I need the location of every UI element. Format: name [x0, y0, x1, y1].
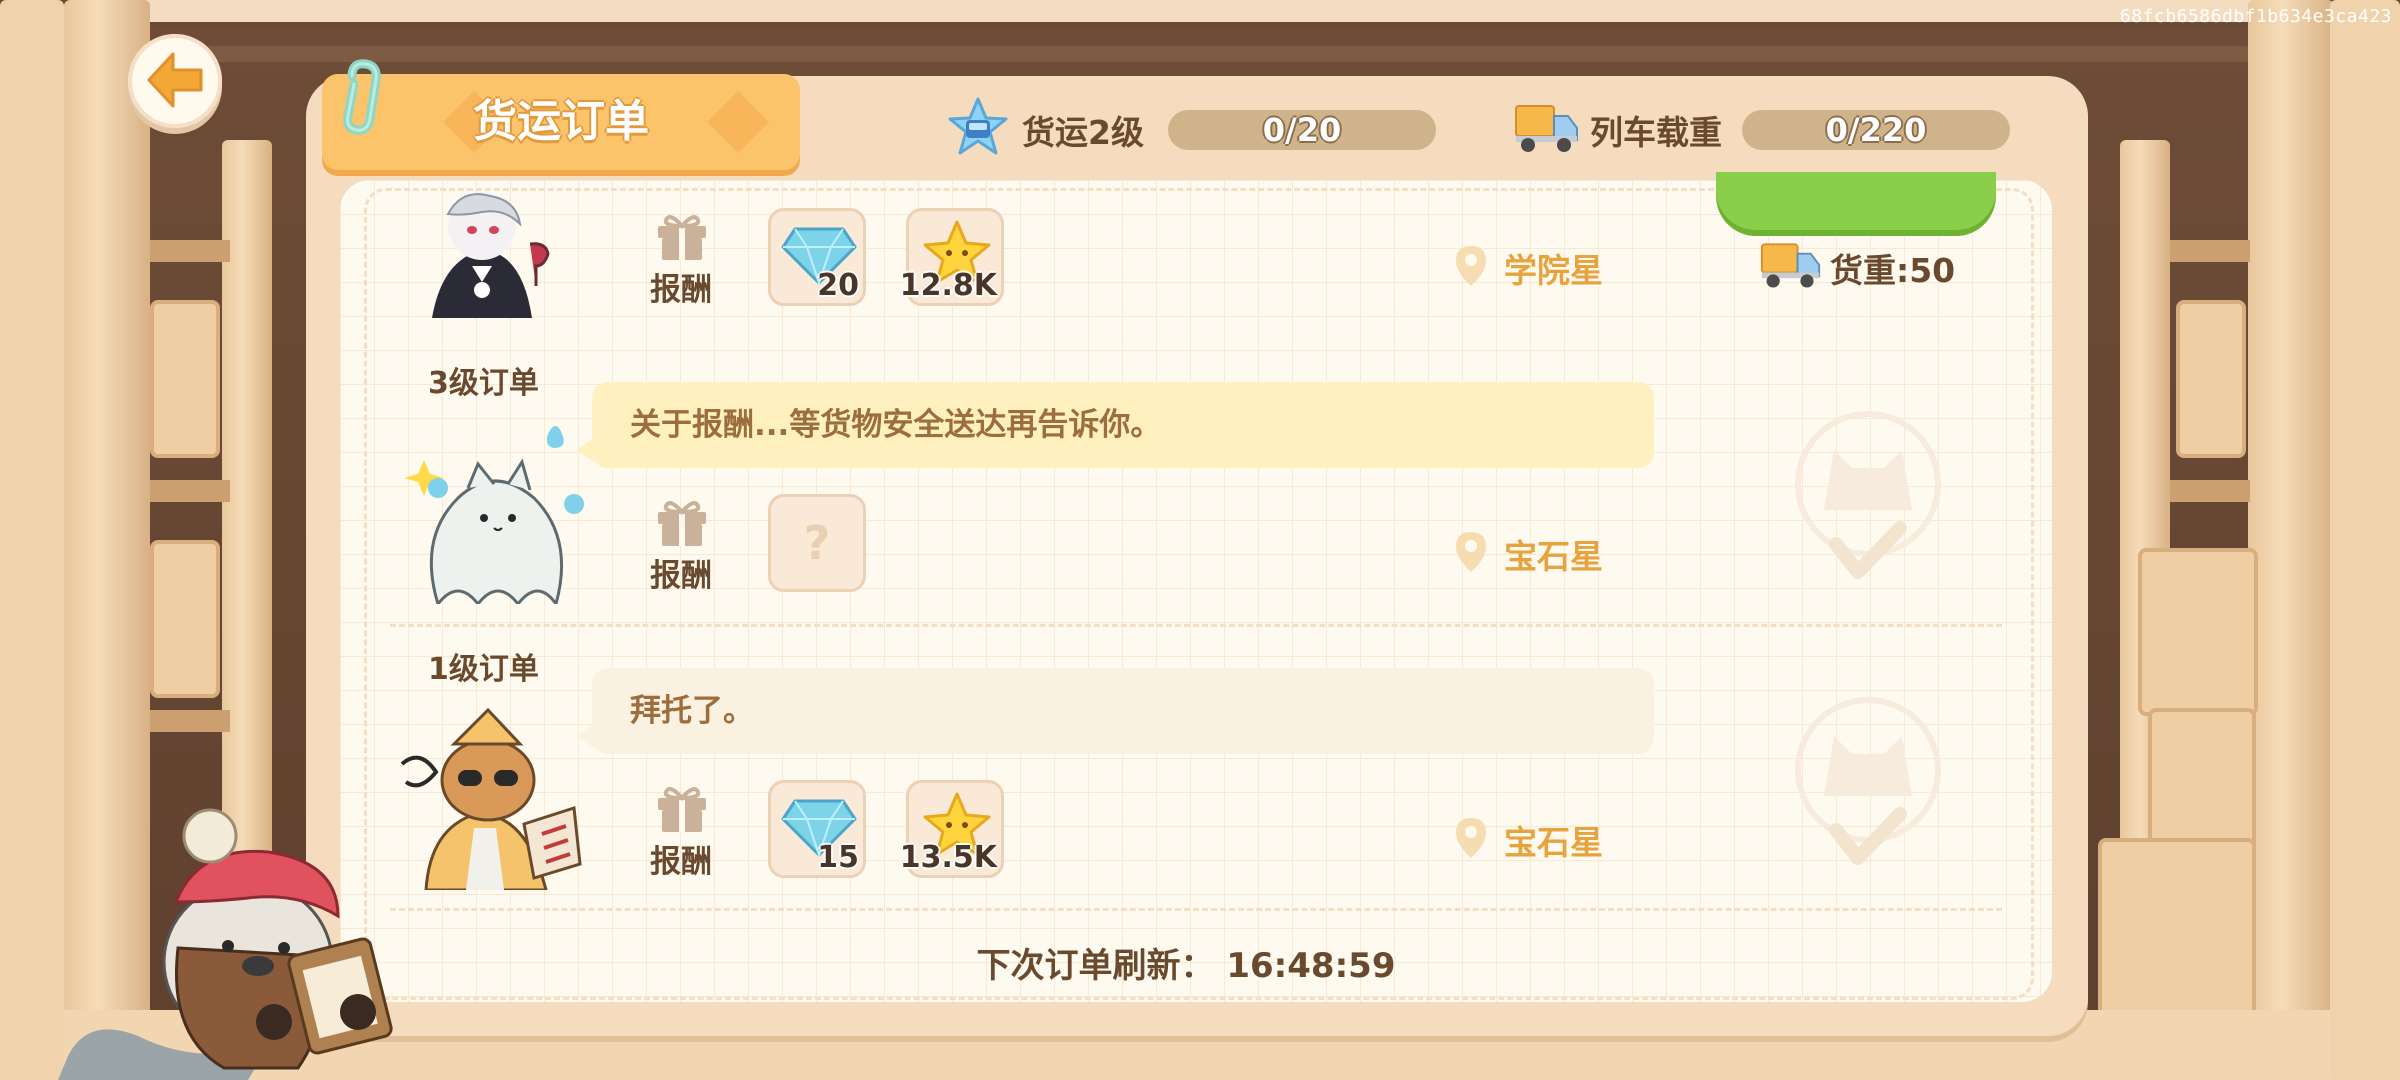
train-load-value: 0/220: [1825, 111, 1927, 149]
reward-label: 报酬: [650, 272, 712, 308]
order-divider: [390, 624, 2002, 627]
paperclip-icon: [343, 59, 381, 135]
cargo-weight-label: 货重:50: [1830, 251, 1956, 290]
reward-amount: 13.5K: [899, 840, 997, 875]
location-pin-icon: [1456, 246, 1486, 286]
reward-slot[interactable]: 20: [768, 208, 866, 306]
refresh-label: 下次订单刷新：: [976, 946, 1215, 986]
train-load-label: 列车载重: [1590, 113, 1722, 152]
reward-slot[interactable]: 12.8K: [900, 208, 1004, 306]
reward-slot[interactable]: 13.5K: [900, 780, 1004, 878]
unknown-reward-icon: ?: [803, 516, 831, 570]
completion-stamp-icon: [1795, 411, 1941, 579]
reward-amount: 20: [817, 268, 859, 303]
location-pin-icon: [1456, 818, 1486, 858]
freight-level-label: 货运2级: [1022, 113, 1144, 152]
order-message: 拜托了。: [630, 693, 754, 729]
truck-icon: [1760, 243, 1821, 288]
reward-label: 报酬: [650, 558, 712, 594]
cargo-box: [2098, 838, 2256, 1036]
freight-level-star-icon: [948, 97, 1008, 155]
ghost-character-portrait: [404, 426, 584, 604]
cargo-box: [2138, 548, 2258, 716]
train-load-bar: 0/220: [1742, 110, 2010, 150]
order-message-bubble: 拜托了。: [576, 668, 1654, 754]
seal-courier-character: [58, 808, 393, 1080]
freight-progress-value: 0/20: [1262, 111, 1342, 149]
detective-mouse-character-portrait: [400, 708, 582, 890]
back-button[interactable]: [128, 34, 222, 128]
order-level-label: 3级订单: [428, 366, 539, 401]
reward-slot[interactable]: 15: [768, 780, 866, 878]
gift-icon: [658, 787, 706, 832]
unknown-reward-slot[interactable]: ?: [768, 494, 866, 592]
gift-icon: [658, 215, 706, 260]
arrow-left-icon: [147, 52, 203, 108]
gift-icon: [658, 501, 706, 546]
destination-label: 宝石星: [1504, 823, 1603, 862]
deliver-button[interactable]: [1716, 172, 1996, 230]
order-divider: [390, 908, 2002, 911]
truck-icon: [1515, 105, 1578, 152]
location-pin-icon: [1456, 532, 1486, 572]
order-message: 关于报酬...等货物安全送达再告诉你。: [630, 407, 1162, 443]
order-refresh-timer: 下次订单刷新： 16:48:59: [340, 938, 2032, 987]
reward-amount: 12.8K: [899, 268, 997, 303]
vampire-character-portrait: [432, 192, 550, 318]
watermark-id: 68fcb6586dbf1b634e3ca423: [2119, 6, 2392, 27]
destination-label: 宝石星: [1504, 537, 1603, 576]
order-message-bubble: 关于报酬...等货物安全送达再告诉你。: [576, 382, 1654, 468]
reward-label: 报酬: [650, 844, 712, 880]
order-list: [340, 180, 2052, 1002]
freight-progress-bar: 0/20: [1168, 110, 1436, 150]
reward-amount: 15: [817, 840, 859, 875]
destination-label: 学院星: [1504, 251, 1603, 290]
order-level-label: 1级订单: [428, 652, 539, 687]
completion-stamp-icon: [1795, 697, 1941, 865]
refresh-time: 16:48:59: [1226, 946, 1396, 986]
